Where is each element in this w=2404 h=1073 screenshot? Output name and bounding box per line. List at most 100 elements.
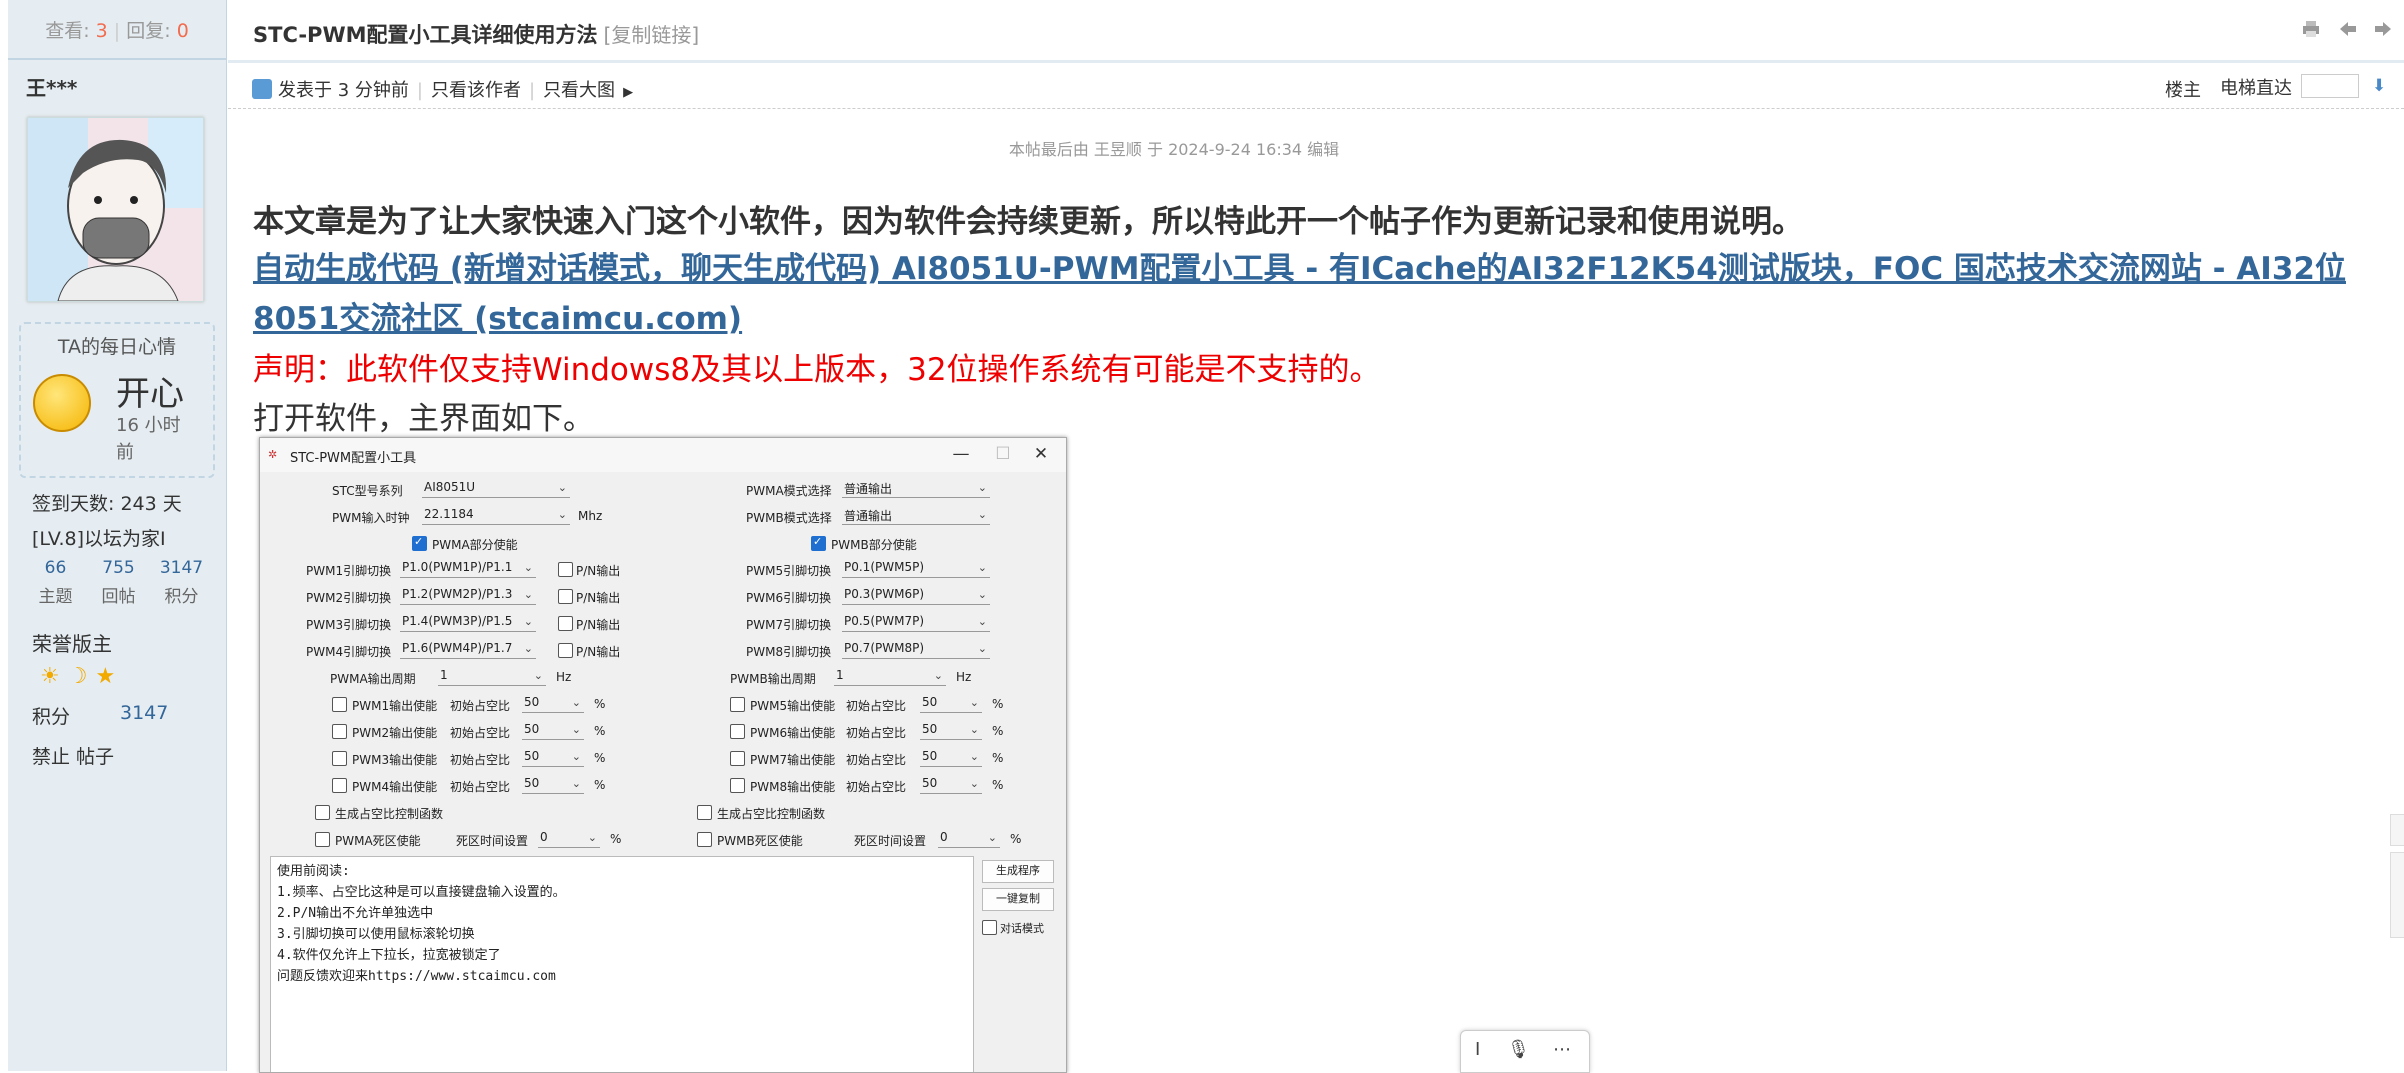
- model-label: STC型号系列: [332, 484, 403, 498]
- copy-link[interactable]: [复制链接]: [604, 23, 700, 47]
- pwma-mode-select: 普通输出 ⌄: [842, 480, 990, 498]
- microphone-icon[interactable]: 🎙: [1507, 1039, 1530, 1060]
- notice-text: 声明：此软件仅支持Windows8及其以上版本，32位操作系统有可能是不支持的。: [253, 352, 1381, 388]
- thread-title: STC-PWM配置小工具详细使用方法 [复制链接]: [253, 23, 700, 47]
- print-icon[interactable]: [2301, 20, 2321, 38]
- avatar-image: [28, 118, 203, 302]
- maximize-icon: ☐: [995, 444, 1011, 464]
- pwm8-pin-label: PWM8引脚切换: [746, 645, 832, 659]
- gen-duty-b-checkbox: [697, 805, 712, 820]
- pwm1-pn-label: P/N输出: [576, 564, 621, 578]
- pwm3-pn-label: P/N输出: [576, 618, 621, 632]
- dead-a-label: PWMA死区使能: [335, 834, 421, 848]
- pwm1-out-checkbox: [332, 697, 347, 712]
- post-stats: 查看: 3 | 回复: 0: [8, 0, 226, 60]
- pwm7-out-label: PWM7输出使能: [750, 753, 836, 767]
- pwm3-out-checkbox: [332, 751, 347, 766]
- pwm8-out-checkbox: [730, 778, 745, 793]
- jump-arrow-icon[interactable]: ⬇: [2372, 76, 2390, 96]
- only-author-link[interactable]: 只看该作者: [431, 80, 521, 101]
- pwma-enable-checkbox: [412, 535, 427, 551]
- pwm8-out-label: PWM8输出使能: [750, 780, 836, 794]
- pwmb-enable-checkbox: [811, 535, 826, 551]
- copy-all-button: 一键复制: [982, 888, 1054, 911]
- pwmb-mode-select: 普通输出 ⌄: [842, 507, 990, 525]
- pwm2-duty-select: 50 ⌄: [522, 722, 584, 740]
- clock-label: PWM输入时钟: [332, 511, 410, 525]
- pwm3-pn-checkbox: [558, 616, 573, 631]
- pwm2-out-label: PWM2输出使能: [352, 726, 438, 740]
- pwm5-duty-select: 50 ⌄: [920, 695, 982, 713]
- side-tab[interactable]: [2390, 852, 2404, 938]
- author-name[interactable]: 王***: [26, 72, 77, 101]
- signin-days: 签到天数: 243 天: [32, 493, 182, 515]
- gen-duty-a-label: 生成占空比控制函数: [335, 807, 444, 821]
- pwm4-pct: %: [594, 778, 606, 792]
- pwma-hz: Hz: [556, 670, 572, 684]
- pwm4-pn-label: P/N输出: [576, 645, 621, 659]
- note-line: 问题反馈欢迎来https://www.stcaimcu.com: [277, 969, 556, 984]
- pwmb-hz: Hz: [956, 670, 972, 684]
- pwm7-duty-select: 50 ⌄: [920, 749, 982, 767]
- pwm6-pct: %: [992, 724, 1004, 738]
- pwm1-pin-label: PWM1引脚切换: [306, 564, 392, 578]
- pwm2-out-checkbox: [332, 724, 347, 739]
- tool-link[interactable]: 自动生成代码 (新增对话模式，聊天生成代码) AI8051U-PWM配置小工具 …: [253, 244, 2383, 344]
- ban-actions[interactable]: 禁止 帖子: [32, 742, 114, 769]
- text-cursor-icon[interactable]: I: [1475, 1039, 1480, 1060]
- pwm3-duty-label: 初始占空比: [450, 753, 511, 767]
- more-icon[interactable]: ⋯: [1553, 1039, 1571, 1060]
- minimize-icon: —: [952, 444, 970, 464]
- pwm8-duty-label: 初始占空比: [846, 780, 907, 794]
- edit-info: 本帖最后由 王昱顺 于 2024-9-24 16:34 编辑: [1008, 140, 1340, 159]
- mood-title: TA的每日心情: [57, 336, 177, 358]
- pwm4-out-checkbox: [332, 778, 347, 793]
- posted-time: 发表于 3 分钟前: [278, 80, 409, 101]
- gen-duty-b-label: 生成占空比控制函数: [717, 807, 826, 821]
- pwm4-duty-label: 初始占空比: [450, 780, 511, 794]
- side-tab[interactable]: [2390, 814, 2404, 846]
- user-group[interactable]: 荣誉版主: [32, 628, 112, 657]
- pwm3-out-label: PWM3输出使能: [352, 753, 438, 767]
- views-count: 3: [95, 20, 108, 42]
- pwm7-pin-select: P0.5(PWM7P) ⌄: [842, 614, 990, 632]
- credits-value: 3147: [120, 702, 169, 724]
- stat-threads[interactable]: 66 主题: [24, 558, 87, 607]
- stat-credits[interactable]: 3147 积分: [150, 558, 213, 607]
- pwm6-out-label: PWM6输出使能: [750, 726, 836, 740]
- pwm5-out-checkbox: [730, 697, 745, 712]
- tool-screenshot[interactable]: ✲ STC-PWM配置小工具 — ☐ ✕ STC型号系列 AI8051U ⌄ PW…: [259, 437, 1067, 1073]
- pwm6-pin-select: P0.3(PWM6P) ⌄: [842, 587, 990, 605]
- pwmb-mode-label: PWMB模式选择: [746, 511, 832, 525]
- thread-header: STC-PWM配置小工具详细使用方法 [复制链接]: [228, 0, 2404, 63]
- replies-count: 0: [176, 20, 189, 42]
- big-image-link[interactable]: 只看大图: [543, 80, 615, 101]
- prev-thread-icon[interactable]: [2338, 20, 2358, 38]
- pwm7-pct: %: [992, 751, 1004, 765]
- user-level: [LV.8]以坛为家I: [32, 528, 166, 550]
- pwm8-duty-select: 50 ⌄: [920, 776, 982, 794]
- floating-toolbar: I 🎙 ⋯: [1460, 1030, 1590, 1073]
- generate-button: 生成程序: [982, 860, 1054, 883]
- views-label: 查看:: [45, 20, 90, 42]
- pwm5-pin-select: P0.1(PWM5P) ⌄: [842, 560, 990, 578]
- pwma-period-select: 1 ⌄: [438, 668, 546, 686]
- avatar[interactable]: [27, 117, 204, 302]
- jump-floor-input[interactable]: [2301, 74, 2359, 98]
- pwm3-pin-select: P1.4(PWM3P)/P1.5 ⌄: [400, 614, 536, 632]
- next-thread-icon[interactable]: [2373, 20, 2393, 38]
- pwm7-out-checkbox: [730, 751, 745, 766]
- pwm5-out-label: PWM5输出使能: [750, 699, 836, 713]
- note-line: 使用前阅读:: [277, 864, 350, 879]
- tool-title: STC-PWM配置小工具: [290, 451, 417, 466]
- pwma-mode-label: PWMA模式选择: [746, 484, 832, 498]
- pwm3-pct: %: [594, 751, 606, 765]
- pwm1-pn-checkbox: [558, 562, 573, 577]
- pwm5-pct: %: [992, 697, 1004, 711]
- online-icon: [252, 79, 272, 99]
- pwm6-out-checkbox: [730, 724, 745, 739]
- close-icon: ✕: [1033, 444, 1049, 464]
- stat-replies[interactable]: 755 回帖: [87, 558, 150, 607]
- pwm8-pct: %: [992, 778, 1004, 792]
- dead-b-time-label: 死区时间设置: [854, 834, 927, 848]
